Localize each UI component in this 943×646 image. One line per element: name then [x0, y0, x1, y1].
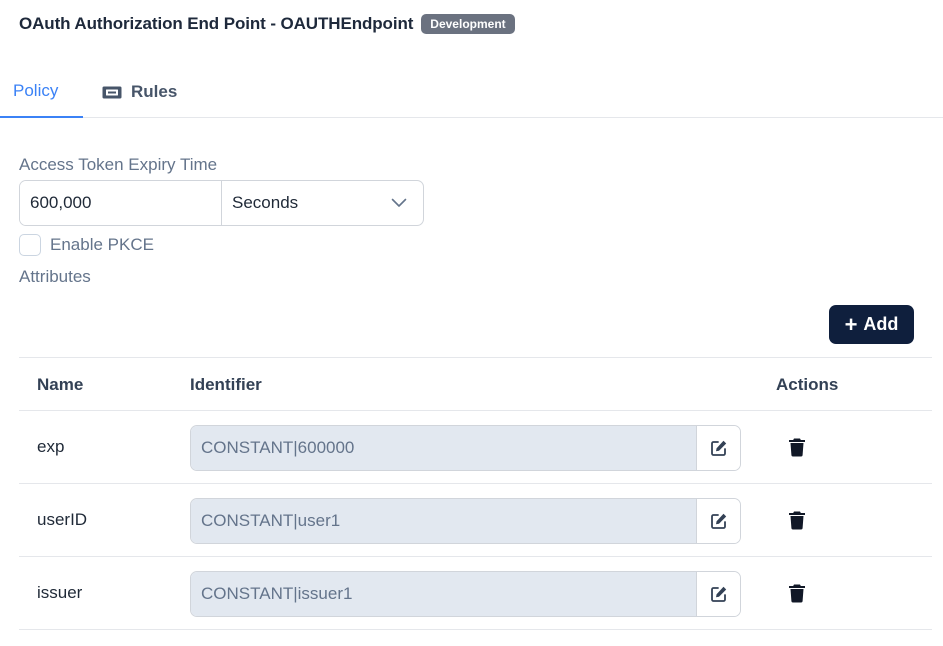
access-token-expiry-label: Access Token Expiry Time — [19, 155, 218, 174]
tab-rules[interactable]: Rules — [102, 66, 177, 118]
edit-identifier-button[interactable] — [697, 499, 740, 543]
add-button-label: Add — [863, 314, 899, 334]
attributes-label: Attributes — [19, 267, 91, 286]
table-row: exp CONSTANT|600000 — [19, 411, 932, 484]
identifier-field: CONSTANT|issuer1 — [190, 571, 741, 617]
edit-icon — [710, 586, 726, 602]
column-header-identifier: Identifier — [190, 375, 262, 394]
environment-badge: Development — [421, 14, 515, 34]
trash-icon[interactable] — [788, 437, 806, 457]
table-header: Name Identifier Actions — [19, 357, 932, 411]
column-header-name: Name — [37, 375, 84, 394]
identifier-value: CONSTANT|user1 — [191, 499, 697, 543]
access-token-expiry-input[interactable] — [20, 181, 222, 225]
attribute-name: issuer — [37, 583, 83, 602]
plus-icon: + — [844, 311, 858, 337]
expiry-unit-value: Seconds — [232, 193, 299, 212]
edit-icon — [710, 513, 726, 529]
tab-policy-label: Policy — [13, 81, 59, 100]
table-row: userID CONSTANT|user1 — [19, 484, 932, 557]
identifier-value: CONSTANT|issuer1 — [191, 572, 697, 616]
page-title: OAuth Authorization End Point - OAUTHEnd… — [19, 14, 414, 33]
add-attribute-button[interactable]: + Add — [829, 305, 914, 344]
column-header-actions: Actions — [776, 375, 839, 394]
page-header: OAuth Authorization End Point - OAUTHEnd… — [19, 14, 515, 34]
expiry-unit-select[interactable]: Seconds — [222, 181, 423, 225]
access-token-expiry-group: Seconds — [19, 180, 424, 226]
identifier-value: CONSTANT|600000 — [191, 426, 697, 470]
tab-bar: Policy Rules — [0, 66, 943, 118]
edit-icon — [710, 440, 726, 456]
identifier-field: CONSTANT|user1 — [190, 498, 741, 544]
ticket-icon — [102, 86, 122, 98]
tab-policy[interactable]: Policy — [0, 66, 83, 118]
enable-pkce-label: Enable PKCE — [50, 235, 154, 254]
edit-identifier-button[interactable] — [697, 572, 740, 616]
enable-pkce-row: Enable PKCE — [19, 234, 154, 256]
enable-pkce-checkbox[interactable] — [19, 234, 41, 256]
identifier-field: CONSTANT|600000 — [190, 425, 741, 471]
chevron-down-icon — [391, 198, 407, 207]
attribute-name: exp — [37, 437, 65, 456]
attributes-table: Name Identifier Actions exp CONSTANT|600… — [19, 357, 932, 630]
edit-identifier-button[interactable] — [697, 426, 740, 470]
trash-icon[interactable] — [788, 583, 806, 603]
tab-rules-label: Rules — [131, 82, 178, 101]
trash-icon[interactable] — [788, 510, 806, 530]
attribute-name: userID — [37, 510, 88, 529]
table-row: issuer CONSTANT|issuer1 — [19, 557, 932, 630]
